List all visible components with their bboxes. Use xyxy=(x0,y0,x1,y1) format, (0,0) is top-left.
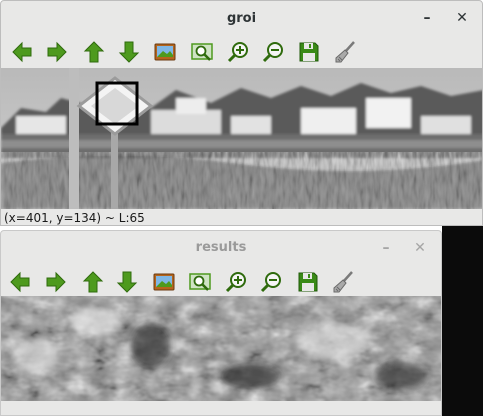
results-titlebar[interactable]: results – ✕ xyxy=(1,231,441,267)
results-toolbar xyxy=(1,267,441,299)
results-window: results – ✕ xyxy=(0,230,442,416)
status-bar: (x=401, y=134) ~ L:65 xyxy=(4,211,145,225)
arrow-left-icon[interactable] xyxy=(9,39,35,65)
image-icon[interactable] xyxy=(151,269,177,295)
groi-title: groi xyxy=(226,11,257,26)
results-canvas[interactable] xyxy=(1,296,441,401)
minimize-icon[interactable]: – xyxy=(418,9,436,27)
close-icon[interactable]: ✕ xyxy=(453,9,471,27)
arrow-right-icon[interactable] xyxy=(44,39,70,65)
arrow-down-icon[interactable] xyxy=(114,269,140,295)
minimize-icon[interactable]: – xyxy=(377,239,395,257)
groi-titlebar[interactable]: groi – ✕ xyxy=(1,1,482,37)
groi-toolbar xyxy=(1,37,482,69)
arrow-up-icon[interactable] xyxy=(81,39,107,65)
close-icon[interactable]: ✕ xyxy=(411,239,429,257)
arrow-left-icon[interactable] xyxy=(7,269,33,295)
save-icon[interactable] xyxy=(295,269,321,295)
image-canvas[interactable] xyxy=(1,68,482,209)
results-title: results xyxy=(195,240,247,255)
image-icon[interactable] xyxy=(152,39,178,65)
arrow-right-icon[interactable] xyxy=(43,269,69,295)
arrow-down-icon[interactable] xyxy=(116,39,142,65)
groi-window: groi – ✕ (x=401, y=134) ~ L:65 xyxy=(0,0,483,226)
brush-icon[interactable] xyxy=(330,269,356,295)
zoom-in-icon[interactable] xyxy=(225,39,251,65)
zoom-in-icon[interactable] xyxy=(223,269,249,295)
save-icon[interactable] xyxy=(296,39,322,65)
zoom-out-icon[interactable] xyxy=(258,269,284,295)
zoom-rect-icon[interactable] xyxy=(187,269,213,295)
desktop-background xyxy=(442,226,483,416)
arrow-up-icon[interactable] xyxy=(80,269,106,295)
zoom-out-icon[interactable] xyxy=(260,39,286,65)
zoom-rect-icon[interactable] xyxy=(189,39,215,65)
brush-icon[interactable] xyxy=(332,39,358,65)
